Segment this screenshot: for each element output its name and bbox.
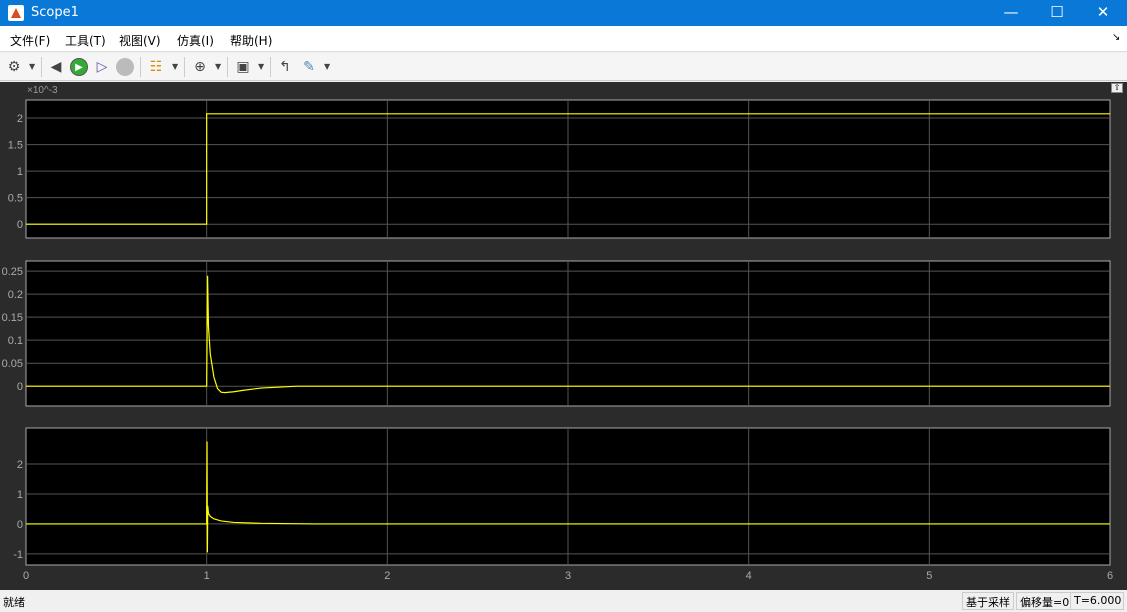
- dock-icon[interactable]: ↘: [1112, 32, 1120, 43]
- separator: [41, 57, 42, 77]
- separator: [140, 57, 141, 77]
- x-tick-label: 3: [565, 570, 571, 582]
- x-tick-label: 6: [1107, 570, 1113, 582]
- menu-bar: 文件(F) 工具(T) 视图(V) 仿真(I) 帮助(H) ↘: [0, 26, 1127, 52]
- x-tick-label: 0: [23, 570, 29, 582]
- y-tick-label: 0: [17, 381, 23, 393]
- menu-tools[interactable]: 工具(T): [65, 32, 106, 49]
- y-tick-label: 0: [17, 219, 23, 231]
- x-tick-label: 1: [204, 570, 210, 582]
- zoom-in-icon[interactable]: ⊕: [191, 58, 209, 76]
- autoscale-icon[interactable]: ▣: [234, 58, 252, 76]
- y-tick-label: 1: [17, 489, 23, 501]
- chevron-down-icon[interactable]: ▼: [29, 62, 35, 71]
- settings-icon[interactable]: ⚙: [5, 58, 23, 76]
- run-icon[interactable]: ▶: [70, 58, 88, 76]
- step-back-icon[interactable]: ◀: [47, 58, 65, 76]
- measurements-icon[interactable]: ✎: [300, 58, 318, 76]
- chevron-down-icon[interactable]: ▼: [258, 62, 264, 71]
- y-tick-label: 0.15: [2, 312, 23, 324]
- sim-time: T=6.000: [1070, 592, 1124, 610]
- y-tick-label: 1.5: [8, 140, 23, 152]
- scope-plots: 00.511.5200.050.10.150.20.25-10120 1 2 3 4 5 6: [2, 99, 1113, 582]
- x-tick-label: 4: [746, 570, 752, 582]
- window-title: Scope1: [31, 5, 79, 20]
- separator: [270, 57, 271, 77]
- triggers-icon[interactable]: ↰: [276, 58, 294, 76]
- y-exponent-label: ×10^-3: [27, 85, 58, 96]
- status-bar: 就绪 基于采样 偏移量=0 T=6.000: [0, 590, 1127, 612]
- chevron-down-icon[interactable]: ▼: [324, 62, 330, 71]
- menu-simulation[interactable]: 仿真(I): [177, 32, 214, 49]
- signal-select-icon[interactable]: ☷: [147, 58, 165, 76]
- sample-mode: 基于采样: [962, 592, 1014, 610]
- stop-icon[interactable]: [116, 58, 134, 76]
- separator: [227, 57, 228, 77]
- minimize-button[interactable]: —: [988, 0, 1034, 26]
- step-forward-icon[interactable]: ▷: [93, 58, 111, 76]
- y-tick-label: 2: [17, 459, 23, 471]
- scope-canvas: 0 0.5 1 1.5 2 0 0.05 0.1 0.15 0.2 0.25 -1 0 1 2 0 1 2 3 4 5 6…: [0, 82, 1127, 590]
- y-tick-label: 0.2: [8, 289, 23, 301]
- undock-legend-icon[interactable]: ⇧: [1111, 83, 1123, 93]
- y-tick-label: -1: [13, 549, 23, 561]
- menu-file[interactable]: 文件(F): [10, 32, 50, 49]
- matlab-logo-icon: [8, 5, 24, 21]
- x-tick-label: 2: [384, 570, 390, 582]
- offset-value: 偏移量=0: [1016, 592, 1074, 610]
- menu-view[interactable]: 视图(V): [119, 32, 161, 49]
- y-tick-label: 0.25: [2, 266, 23, 278]
- x-tick-label: 5: [926, 570, 932, 582]
- maximize-button[interactable]: ☐: [1034, 0, 1080, 26]
- close-button[interactable]: ✕: [1080, 0, 1126, 26]
- separator: [184, 57, 185, 77]
- status-text: 就绪: [3, 596, 25, 609]
- chevron-down-icon[interactable]: ▼: [172, 62, 178, 71]
- chevron-down-icon[interactable]: ▼: [215, 62, 221, 71]
- y-tick-label: 2: [17, 113, 23, 125]
- title-bar: Scope1 — ☐ ✕: [0, 0, 1127, 26]
- y-tick-label: 0: [17, 519, 23, 531]
- toolbar: ⚙ ▼ ◀ ▶ ▷ ☷ ▼ ⊕ ▼ ▣ ▼ ↰ ✎ ▼: [0, 53, 1127, 81]
- y-tick-label: 1: [17, 166, 23, 178]
- y-tick-label: 0.5: [8, 193, 23, 205]
- y-tick-label: 0.05: [2, 358, 23, 370]
- menu-help[interactable]: 帮助(H): [230, 32, 272, 49]
- y-tick-label: 0.1: [8, 335, 23, 347]
